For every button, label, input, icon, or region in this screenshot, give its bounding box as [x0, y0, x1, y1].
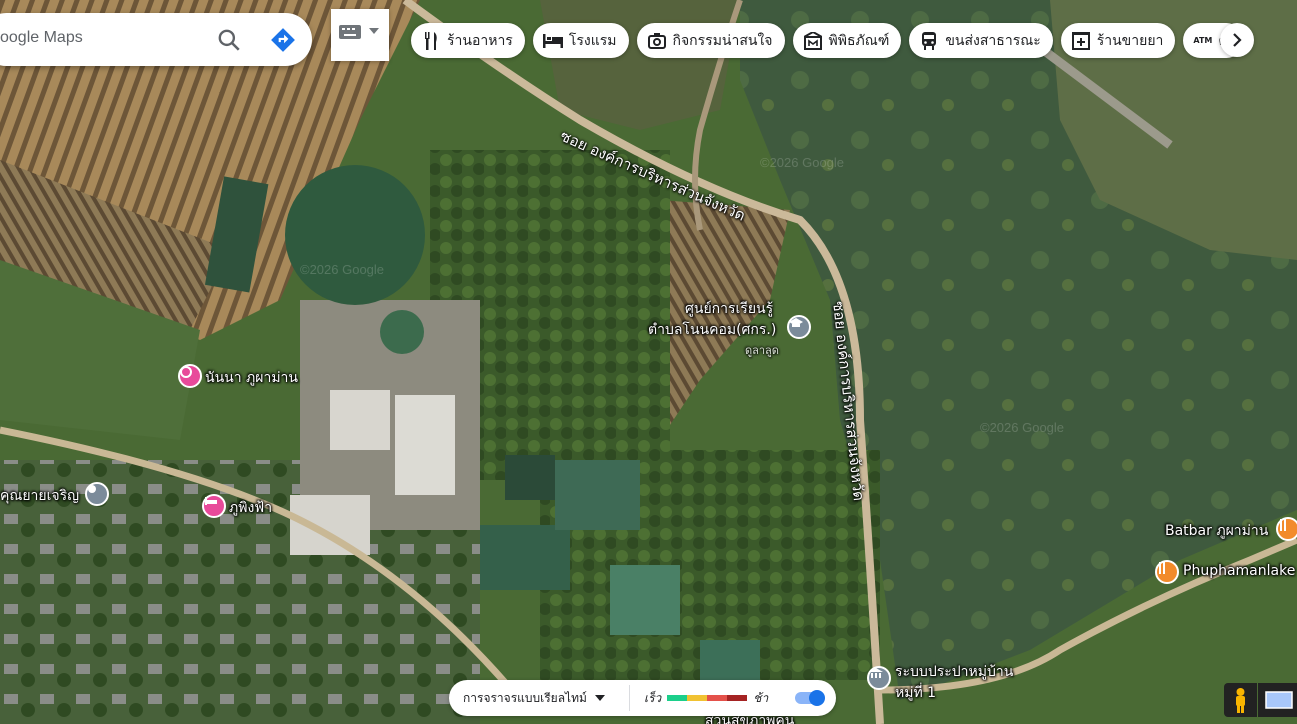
place-label[interactable]: ระบบประปาหมู่บ้าน — [895, 661, 1013, 683]
keyboard-input-tool[interactable] — [331, 9, 389, 61]
camera-icon — [647, 31, 667, 51]
chip-label: กิจกรรมน่าสนใจ — [672, 32, 773, 49]
place-label[interactable]: หมู่ที่ 1 — [895, 682, 936, 704]
satellite-map[interactable]: ©2026 Google ©2026 Google ©2026 Google ซ… — [0, 0, 1297, 724]
traffic-slow-label: ช้า — [753, 690, 769, 705]
train-icon — [919, 31, 939, 51]
layers-icon — [1265, 691, 1293, 709]
caret-down-icon — [594, 695, 605, 701]
chip-label: ร้านอาหาร — [447, 32, 513, 49]
search-box[interactable]: oogle Maps — [0, 13, 312, 66]
pegman-icon — [1236, 688, 1245, 713]
building-icon — [869, 668, 883, 678]
spa-pin[interactable] — [178, 364, 202, 388]
place-label[interactable]: Batbar ภูผาม่าน — [1165, 520, 1268, 542]
place-label[interactable]: ศูนย์การเรียนรู้ — [685, 298, 773, 320]
chip-museums[interactable]: พิพิธภัณฑ์ — [792, 23, 902, 58]
traffic-fast-label: เร็ว — [644, 690, 662, 705]
school-pin[interactable] — [787, 315, 811, 339]
fork-knife-icon — [1159, 562, 1165, 574]
search-input[interactable]: oogle Maps — [0, 29, 83, 47]
bed-icon — [542, 31, 563, 51]
traffic-mode-select[interactable]: การจราจรแบบเรียลไทม์ — [449, 689, 629, 708]
graduation-cap-icon — [789, 318, 803, 327]
fork-knife-icon — [421, 31, 441, 51]
museum-icon — [803, 31, 823, 51]
restaurant-pin[interactable] — [1155, 560, 1179, 584]
legend-swatch — [687, 695, 708, 701]
search-icon[interactable] — [216, 27, 242, 53]
chip-restaurants[interactable]: ร้านอาหาร — [411, 23, 525, 58]
place-sublabel: ดูลาลูด — [745, 344, 779, 357]
traffic-legend: เร็ว ช้า — [630, 689, 794, 708]
chevron-down-icon[interactable] — [369, 27, 379, 35]
pharmacy-icon — [1071, 31, 1091, 51]
restaurant-pin[interactable] — [1276, 517, 1297, 541]
chip-pharmacies[interactable]: ร้านขายยา — [1060, 23, 1176, 58]
map-watermark: ©2026 Google — [760, 155, 845, 170]
spa-icon — [180, 366, 192, 378]
place-label[interactable]: ตำบลโนนคอม(ศกร.) — [648, 319, 776, 341]
traffic-label: การจราจรแบบเรียลไทม์ — [463, 690, 587, 705]
map-watermark: ©2026 Google — [980, 420, 1065, 435]
map-watermark: ©2026 Google — [300, 262, 385, 277]
place-label[interactable]: ภูพิงฟ้า — [229, 497, 272, 519]
legend-swatch — [707, 695, 728, 701]
layers-button[interactable] — [1258, 683, 1297, 717]
chip-label: โรงแรม — [568, 32, 617, 49]
place-label[interactable]: Phuphamanlake — [1183, 563, 1295, 579]
place-label[interactable]: คุณยายเจริญ — [0, 485, 79, 507]
chip-label: ร้านขายยา — [1096, 32, 1164, 49]
category-chips: ร้านอาหาร โรงแรม กิจกรรมน่าสนใจ พิพิธภัณ… — [411, 23, 1245, 58]
place-label[interactable]: นันนา ภูผาม่าน — [205, 367, 298, 389]
place-pin[interactable] — [85, 482, 109, 506]
bed-icon — [205, 497, 217, 505]
satellite-imagery — [0, 0, 1297, 724]
traffic-toggle[interactable] — [795, 690, 827, 706]
directions-icon[interactable] — [270, 27, 296, 53]
chip-things-to-do[interactable]: กิจกรรมน่าสนใจ — [636, 23, 785, 58]
government-pin[interactable] — [867, 666, 891, 690]
keyboard-icon — [339, 25, 361, 39]
chip-label: พิพิธภัณฑ์ — [828, 32, 890, 49]
chevron-right-icon — [1233, 33, 1242, 47]
traffic-panel: การจราจรแบบเรียลไทม์ เร็ว ช้า — [449, 680, 836, 716]
place-dot-icon — [88, 485, 96, 493]
hotel-pin[interactable] — [202, 494, 226, 518]
fork-knife-icon — [1280, 519, 1286, 531]
atm-icon: ATM — [1193, 36, 1213, 45]
street-view-pegman[interactable] — [1224, 683, 1257, 717]
chip-label: ขนส่งสาธารณะ — [945, 32, 1041, 49]
chip-hotels[interactable]: โรงแรม — [532, 23, 629, 58]
chips-next-button[interactable] — [1220, 23, 1254, 57]
chip-transit[interactable]: ขนส่งสาธารณะ — [909, 23, 1053, 58]
legend-swatch — [727, 695, 748, 701]
legend-swatch — [667, 695, 688, 701]
